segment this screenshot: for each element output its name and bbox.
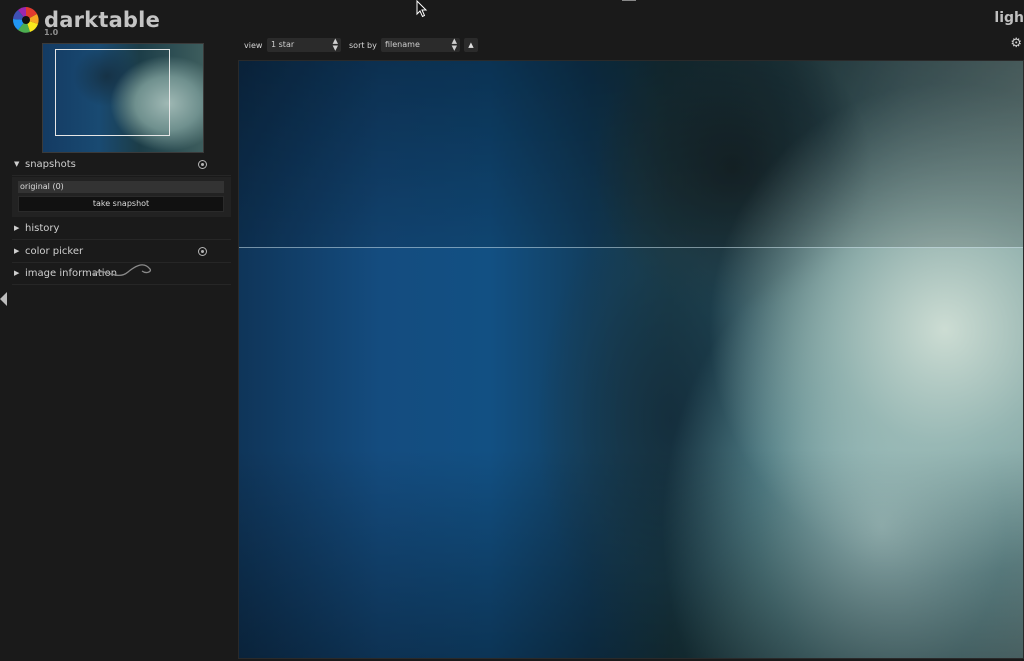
navigation-preview[interactable]	[42, 43, 204, 153]
app-logo: darktable 1.0	[12, 6, 212, 37]
preset-icon[interactable]	[198, 247, 207, 256]
module-history-header[interactable]: ▶ history	[12, 219, 231, 240]
gear-icon[interactable]: ⚙	[1010, 37, 1022, 51]
sort-by-select[interactable]: filename ▲ ▼	[381, 38, 460, 52]
snapshot-item[interactable]: original (0)	[18, 181, 224, 193]
spinner-arrows-icon: ▲ ▼	[332, 37, 338, 52]
view-filter-label: view	[244, 41, 263, 50]
collapsed-arrow-icon: ▶	[14, 269, 20, 277]
snapshot-comparison-area	[239, 61, 1023, 247]
darkroom-image-view[interactable]	[238, 60, 1024, 659]
rating-filter-value: 1 star	[271, 40, 295, 49]
app-version: 1.0	[44, 28, 59, 37]
left-panel	[0, 40, 237, 661]
view-switcher-label[interactable]: ligh	[994, 10, 1024, 26]
collapsed-arrow-icon: ▶	[14, 224, 20, 232]
app-name: darktable	[44, 8, 161, 32]
snapshot-split-line[interactable]	[239, 247, 1023, 248]
take-snapshot-button[interactable]: take snapshot	[18, 196, 224, 212]
spinner-arrows-icon: ▲ ▼	[451, 37, 457, 52]
sort-by-value: filename	[385, 40, 420, 49]
snapshots-body: original (0) take snapshot	[12, 177, 231, 217]
sort-by-label: sort by	[349, 41, 377, 50]
module-history-label: history	[25, 223, 60, 234]
navigation-viewport-box[interactable]	[55, 49, 170, 136]
collapsed-arrow-icon: ▶	[14, 247, 20, 255]
collapse-left-panel-icon[interactable]	[0, 292, 7, 306]
darktable-logo-icon	[12, 7, 39, 33]
sort-direction-button[interactable]: ▲	[464, 38, 478, 52]
module-snapshots-label: snapshots	[25, 159, 76, 170]
module-snapshots-header[interactable]: ▼ snapshots	[12, 155, 231, 176]
preset-icon[interactable]	[198, 160, 207, 169]
expanded-arrow-icon: ▼	[14, 160, 20, 168]
rating-filter-select[interactable]: 1 star ▲ ▼	[267, 38, 341, 52]
panel-end-ornament-icon	[92, 264, 152, 277]
module-color-picker-label: color picker	[25, 246, 84, 257]
top-panel-handle[interactable]	[622, 0, 636, 1]
mouse-cursor-icon	[416, 0, 428, 18]
filter-toolbar: view 1 star ▲ ▼ sort by filename ▲ ▼ ▲ ⚙	[238, 36, 1024, 56]
